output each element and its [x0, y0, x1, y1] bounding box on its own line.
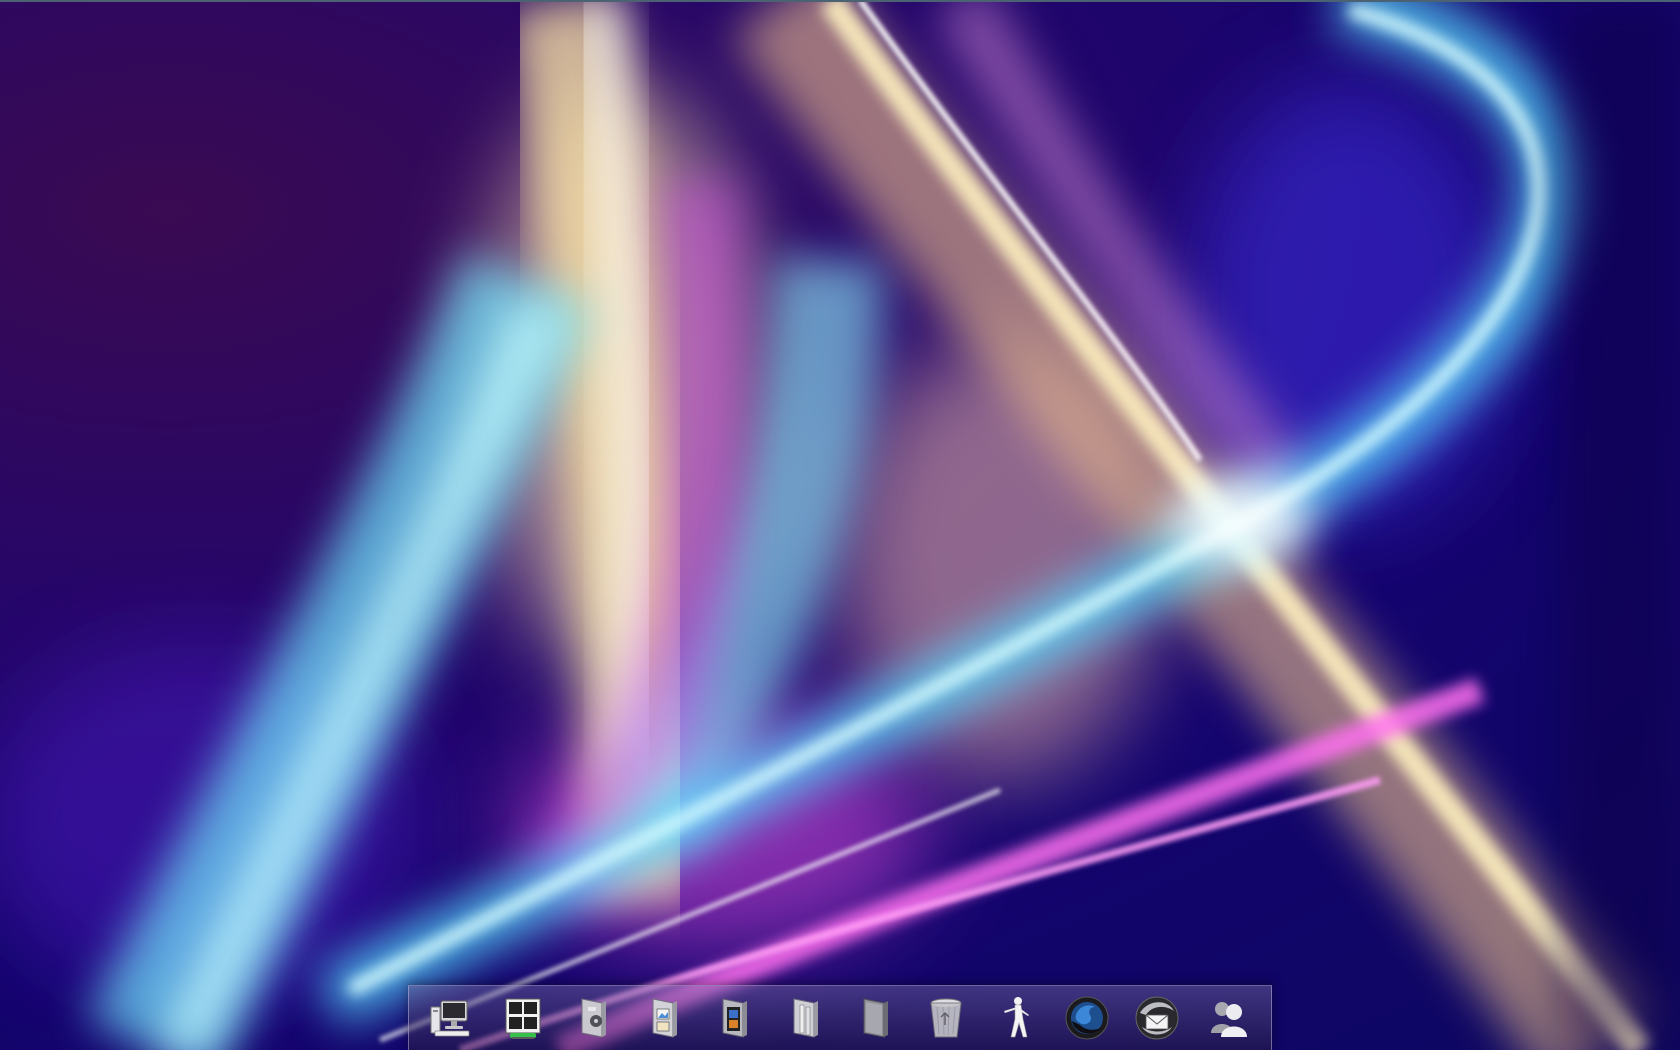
computer-icon [430, 1000, 470, 1037]
dock-item-folder[interactable] [847, 990, 903, 1046]
counter-strike-icon [1004, 997, 1030, 1038]
wallpaper-glow [1170, 475, 1310, 565]
music-folder-icon [581, 998, 607, 1038]
dock-item-videos-folder[interactable] [706, 990, 762, 1046]
firefox-icon [1065, 996, 1109, 1040]
desktop[interactable] [0, 0, 1680, 1050]
dock-item-thunderbird[interactable] [1129, 990, 1185, 1046]
dock-item-control-panel[interactable] [495, 990, 551, 1046]
dock-item-computer[interactable] [424, 990, 480, 1046]
thunderbird-icon [1135, 996, 1179, 1040]
wallpaper [0, 0, 1680, 1050]
dock-item-firefox[interactable] [1059, 990, 1115, 1046]
dock-item-counter-strike[interactable] [988, 990, 1044, 1046]
folder-icon [863, 998, 889, 1038]
dock-item-documents-folder[interactable] [777, 990, 833, 1046]
dock-item-recycle-bin[interactable] [918, 990, 974, 1046]
messenger-icon [1210, 1002, 1247, 1037]
control-panel-icon [505, 998, 541, 1039]
documents-folder-icon [793, 998, 818, 1038]
dock-item-messenger[interactable] [1200, 990, 1256, 1046]
videos-folder-icon [722, 998, 748, 1038]
dock-item-music-folder[interactable] [565, 990, 621, 1046]
recycle-bin-icon [930, 998, 962, 1038]
pictures-folder-icon [652, 998, 677, 1038]
dock-item-pictures-folder[interactable] [636, 990, 692, 1046]
dock [408, 985, 1272, 1050]
screen-top-edge [0, 0, 1680, 2]
wallpaper-vignette [1560, 0, 1680, 1050]
